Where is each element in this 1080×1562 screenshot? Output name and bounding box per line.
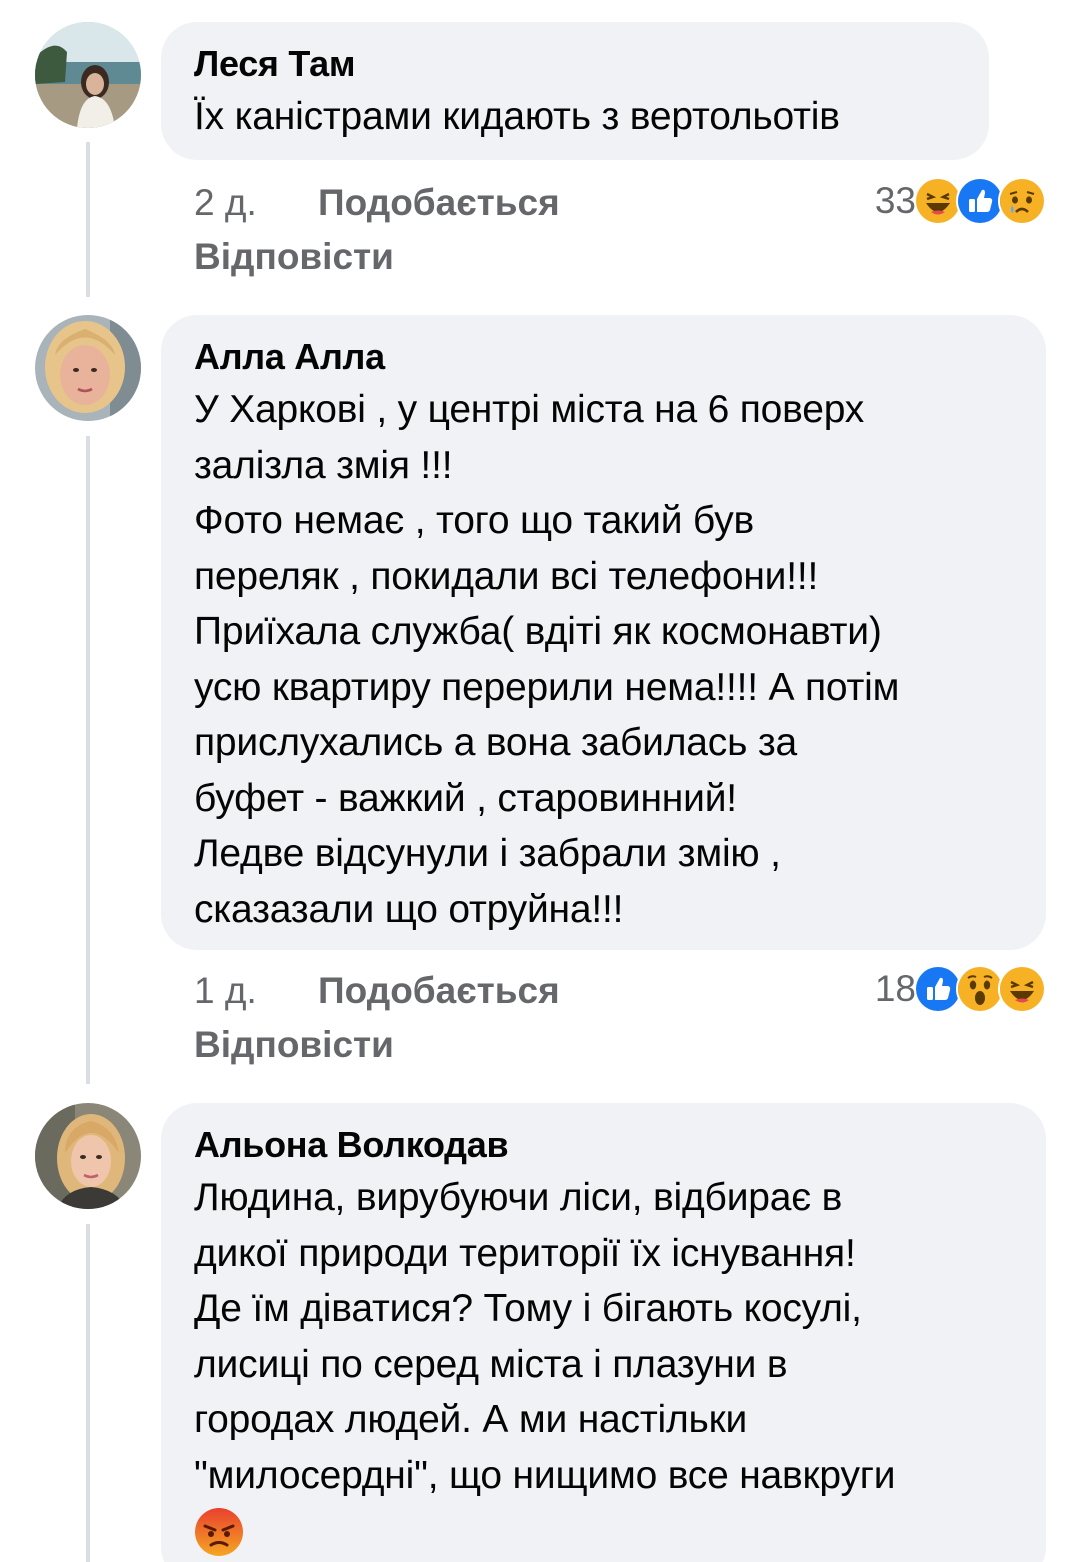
reactions-summary[interactable]: 18 <box>874 965 1046 1013</box>
comment-time[interactable]: 2 д. <box>194 181 257 225</box>
comment-bubble[interactable]: Алла Алла У Харкові , у центрі міста на … <box>161 315 1046 950</box>
comment-bubble[interactable]: Альона Волкодав Людина, вирубуючи ліси, … <box>161 1103 1046 1562</box>
avatar-alla[interactable] <box>35 315 141 421</box>
like-button[interactable]: Подобається <box>318 969 560 1013</box>
reply-button[interactable]: Відповісти <box>194 1023 394 1067</box>
comment-author[interactable]: Леся Там <box>194 42 956 86</box>
wow-reaction-icon <box>956 965 1004 1013</box>
haha-reaction-icon <box>914 177 962 225</box>
like-reaction-icon <box>956 177 1004 225</box>
reaction-count: 18 <box>874 968 916 1009</box>
thread-line <box>86 1224 90 1562</box>
comment-time[interactable]: 1 д. <box>194 969 257 1013</box>
avatar-alona[interactable] <box>35 1103 141 1209</box>
comment-author[interactable]: Альона Волкодав <box>194 1123 1013 1167</box>
avatar-lesia[interactable] <box>35 22 141 128</box>
reactions-summary[interactable]: 33 <box>874 177 1046 225</box>
comment-text: У Харкові , у центрі міста на 6 поверх з… <box>194 388 900 931</box>
haha-reaction-icon <box>998 965 1046 1013</box>
comment-bubble[interactable]: Леся Там Їх каністрами кидають з вертоль… <box>161 22 989 160</box>
comment-thread: Леся Там Їх каністрами кидають з вертоль… <box>0 0 1080 1562</box>
comment-author[interactable]: Алла Алла <box>194 335 1013 379</box>
reaction-count: 33 <box>874 180 916 221</box>
thread-line <box>86 436 90 1084</box>
sad-reaction-icon <box>998 177 1046 225</box>
comment-text: Людина, вирубуючи ліси, відбирає в дикої… <box>194 1176 896 1497</box>
comment-text: Їх каністрами кидають з вертольотів <box>194 95 840 138</box>
like-reaction-icon <box>914 965 962 1013</box>
thread-line <box>86 142 90 297</box>
like-button[interactable]: Подобається <box>318 181 560 225</box>
angry-face-icon <box>194 1507 244 1557</box>
reply-button[interactable]: Відповісти <box>194 235 394 279</box>
